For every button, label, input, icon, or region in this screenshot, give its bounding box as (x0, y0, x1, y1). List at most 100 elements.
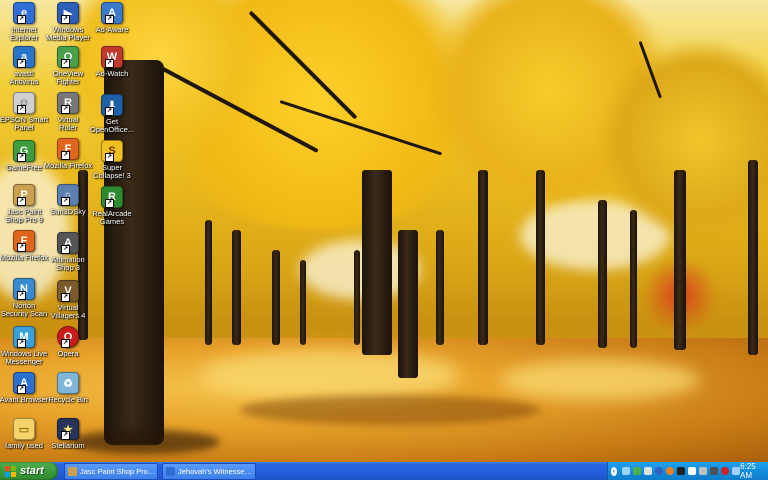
firefox-icon: F ↗ (57, 138, 79, 160)
desktop-icon-avant-browser[interactable]: A ↗ Avant Browser (0, 372, 48, 418)
shortcut-arrow-icon: ↗ (17, 105, 26, 114)
desktop-icon-windows-live-messenger[interactable]: M ↗ Windows Live Messenger (0, 326, 48, 372)
wallpaper-main-tree-trunk (362, 170, 392, 355)
realarcade-icon: R ↗ (101, 186, 123, 208)
desktop-icon-label: Super Collapse! 3 (93, 164, 131, 180)
shortcut-arrow-icon: ↗ (61, 245, 70, 254)
shortcut-arrow-icon: ↗ (61, 431, 70, 440)
tray-monitor-icon[interactable] (710, 467, 719, 475)
tray-m-icon[interactable] (688, 467, 697, 475)
taskbar-button-paint-shop-pro[interactable]: Jasc Paint Shop Pro - ... (64, 463, 158, 480)
shortcut-arrow-icon: ↗ (105, 59, 114, 68)
start-label: start (20, 465, 44, 477)
start-button[interactable]: start (0, 462, 58, 480)
shortcut-arrow-icon: ↗ (17, 15, 26, 24)
desktop-icon-windows-media-player[interactable]: ▶ ↗ Windows Media Player (44, 2, 92, 48)
wallpaper-tree-trunk (748, 160, 758, 355)
taskbar-button-avant-browser[interactable]: Jehovah's Witnesses:... (162, 463, 256, 480)
tray-avast-icon[interactable] (666, 467, 675, 475)
shortcut-arrow-icon: ↗ (105, 107, 114, 116)
shortcut-arrow-icon: ↗ (105, 15, 114, 24)
tray-gear-icon[interactable] (699, 467, 708, 475)
wallpaper-tree-trunk (354, 250, 360, 345)
desktop-icon-label: Recycle Bin (48, 396, 88, 404)
ad-watch-icon: W ↗ (101, 46, 123, 68)
paint-shop-pro-icon (68, 467, 77, 476)
gamefree-icon: G ↗ (13, 140, 35, 162)
desktop-icon-get-openoffice[interactable]: ⬇ ↗ Get OpenOffice... (88, 94, 136, 140)
epson-icon: ☺ ↗ (13, 92, 35, 114)
taskbar-button-label: Jasc Paint Shop Pro - ... (80, 467, 157, 476)
wallpaper-tree-trunk (630, 210, 637, 348)
sun-sky-icon: ☼ ↗ (57, 184, 79, 206)
virtual-ruler-icon: R ↗ (57, 92, 79, 114)
desktop-icon-label: Virtual Villagers 4 (50, 304, 86, 320)
firefox-icon: F ↗ (13, 230, 35, 252)
show-hidden-icons-chevron-icon[interactable]: ‹ (611, 466, 618, 476)
tray-shield-icon[interactable] (644, 467, 653, 475)
tray-messenger-icon[interactable] (633, 467, 642, 475)
tray-ad-icon[interactable] (677, 467, 686, 475)
shortcut-arrow-icon: ↗ (17, 243, 26, 252)
taskbar: start Jasc Paint Shop Pro - ... Jehovah'… (0, 462, 768, 480)
shortcut-arrow-icon: ↗ (61, 197, 70, 206)
live-messenger-icon: M ↗ (13, 326, 35, 348)
tray-volume-icon[interactable] (732, 467, 741, 475)
desktop-icon-jasc-paint-shop-pro[interactable]: P ↗ Jasc Paint Shop Pro 9 (0, 184, 48, 230)
tray-network-icon[interactable] (622, 467, 631, 475)
tray-alert-icon[interactable] (721, 467, 730, 475)
super-collapse-icon: S ↗ (101, 140, 123, 162)
wallpaper-sunlit-leaves (500, 360, 700, 400)
media-player-icon: ▶ ↗ (57, 2, 79, 24)
shortcut-arrow-icon: ↗ (105, 153, 114, 162)
wallpaper-tree-trunk (436, 230, 444, 345)
tray-globe-icon[interactable] (655, 467, 664, 475)
shortcut-arrow-icon: ↗ (17, 339, 26, 348)
desktop-icon-family-used-folder[interactable]: ▭ family used (0, 418, 48, 464)
desktop-icon-oneview-fighter[interactable]: O ↗ OneView Fighter (44, 46, 92, 92)
wallpaper-tree-trunk (232, 230, 241, 345)
desktop-icon-super-collapse[interactable]: S ↗ Super Collapse! 3 (88, 140, 136, 186)
norton-icon: N ↗ (13, 278, 35, 300)
desktop-icon-realarcade-games[interactable]: R ↗ RealArcade Games (88, 186, 136, 232)
wallpaper-tree-trunk (674, 170, 686, 350)
desktop-icon-virtual-villagers[interactable]: V ↗ Virtual Villagers 4 (44, 280, 92, 326)
desktop-icon-opera[interactable]: O ↗ Opera (44, 326, 92, 372)
wallpaper-tree-trunk (205, 220, 212, 345)
system-tray: ‹ 6:25 AM (607, 462, 768, 480)
desktop-icon-animation-shop[interactable]: A ↗ Animation Shop 3 (44, 232, 92, 278)
avast-icon: a ↗ (13, 46, 35, 68)
avant-browser-icon: A ↗ (13, 372, 35, 394)
opera-icon: O ↗ (57, 326, 79, 348)
wallpaper-main-tree-trunk (398, 230, 418, 378)
shortcut-arrow-icon: ↗ (17, 153, 26, 162)
shortcut-arrow-icon: ↗ (61, 15, 70, 24)
desktop-icon-ad-aware[interactable]: A ↗ Ad-Aware (88, 2, 136, 48)
shortcut-arrow-icon: ↗ (17, 385, 26, 394)
desktop-icon-label: Opera (57, 350, 79, 358)
wallpaper-tree-trunk (478, 170, 488, 345)
desktop-icon-recycle-bin[interactable]: ♻ Recycle Bin (44, 372, 92, 418)
shortcut-arrow-icon: ↗ (17, 291, 26, 300)
desktop-icon-label: Ad-Watch (95, 70, 129, 78)
paint-shop-pro-icon: P ↗ (13, 184, 35, 206)
shortcut-arrow-icon: ↗ (61, 151, 70, 160)
desktop-icon-stellarium[interactable]: ★ ↗ Stellarium (44, 418, 92, 464)
desktop-icon-label: Animation Shop 3 (51, 256, 85, 272)
taskbar-button-label: Jehovah's Witnesses:... (178, 467, 255, 476)
desktop-icon-ad-watch[interactable]: W ↗ Ad-Watch (88, 46, 136, 92)
virtual-villagers-icon: V ↗ (57, 280, 79, 302)
wallpaper-tree-trunk (272, 250, 280, 345)
wallpaper-tree-shadow (240, 395, 540, 425)
desktop-icon-label: RealArcade Games (92, 210, 132, 226)
folder-icon: ▭ (13, 418, 35, 440)
shortcut-arrow-icon: ↗ (61, 59, 70, 68)
desktop-icon-label: Ad-Aware (95, 26, 129, 34)
stellarium-icon: ★ ↗ (57, 418, 79, 440)
ad-aware-icon: A ↗ (101, 2, 123, 24)
avant-browser-icon (166, 467, 175, 476)
oneview-icon: O ↗ (57, 46, 79, 68)
shortcut-arrow-icon: ↗ (61, 293, 70, 302)
taskbar-clock[interactable]: 6:25 AM (740, 462, 760, 480)
shortcut-arrow-icon: ↗ (61, 105, 70, 114)
